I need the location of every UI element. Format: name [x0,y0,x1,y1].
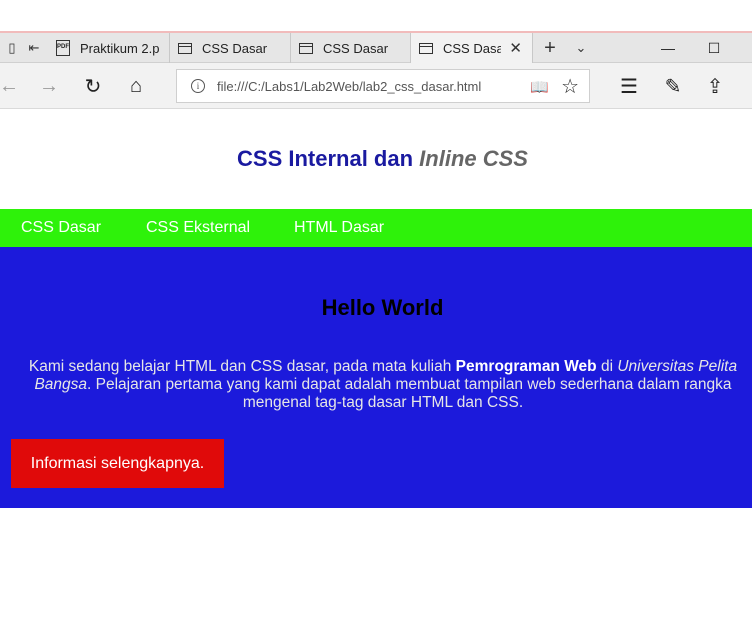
tab-previews-icon[interactable]: ⇤ [22,33,46,63]
info-icon[interactable]: i [191,79,205,93]
nav-link-css-eksternal[interactable]: CSS Eksternal [146,219,250,237]
set-tabs-aside-icon[interactable]: ▯ [0,33,24,63]
nav-link-html-dasar[interactable]: HTML Dasar [294,219,384,237]
tab-css-dasar-1[interactable]: CSS Dasar [170,33,291,63]
forward-icon[interactable]: → [34,71,64,101]
share-icon[interactable]: ⇪ [700,71,730,101]
hero-text-1: Kami sedang belajar HTML dan CSS dasar, … [28,358,456,375]
maximize-icon[interactable]: ☐ [692,33,736,63]
web-note-icon[interactable]: ✎ [658,71,688,101]
page-title-italic: Inline CSS [419,146,528,171]
tab-praktikum[interactable]: PDF Praktikum 2.p [48,33,170,63]
address-url[interactable]: file:///C:/Labs1/Lab2Web/lab2_css_dasar.… [217,79,481,94]
tab-css-dasar-active[interactable]: CSS Dasar ✕ [411,33,533,63]
hero-text-3: . Pelajaran pertama yang kami dapat adal… [87,376,732,411]
tab-bar: ▯ ⇤ PDF Praktikum 2.p CSS Dasar CSS Dasa… [0,33,752,63]
more-info-button[interactable]: Informasi selengkapnya. [11,439,224,488]
page-icon [299,42,313,54]
home-icon[interactable]: ⌂ [121,71,151,101]
tab-label: Praktikum 2.p [80,40,160,56]
refresh-icon[interactable]: ↻ [78,71,108,101]
tab-label: CSS Dasar [443,40,501,56]
tab-css-dasar-2[interactable]: CSS Dasar [291,33,411,63]
page-icon [178,42,192,54]
tab-label: CSS Dasar [323,40,389,56]
web-page: CSS Internal dan Inline CSS CSS Dasar CS… [0,109,752,618]
favorites-hub-icon[interactable]: ☰ [614,71,644,101]
nav-link-css-dasar[interactable]: CSS Dasar [21,219,101,237]
hero-paragraph: Kami sedang belajar HTML dan CSS dasar, … [14,358,752,412]
hero-text-2: di [596,358,618,375]
nav-bar: CSS Dasar CSS Eksternal HTML Dasar [0,209,752,247]
tab-label: CSS Dasar [202,40,268,56]
page-title: CSS Internal dan Inline CSS [0,146,752,172]
window-top-strip [0,0,752,33]
page-icon [419,42,433,54]
favorite-star-icon[interactable]: ☆ [561,74,579,99]
hero-heading: Hello World [321,295,444,320]
hero-text-bold: Pemrograman Web [455,358,597,375]
close-tab-icon[interactable]: ✕ [509,39,522,57]
page-title-main: CSS Internal dan [237,146,420,171]
minimize-icon[interactable]: — [646,33,690,63]
chevron-down-icon[interactable]: ⌄ [568,33,594,63]
pdf-icon: PDF [56,40,70,56]
address-bar[interactable]: i file:///C:/Labs1/Lab2Web/lab2_css_dasa… [176,69,590,103]
back-icon[interactable]: ← [0,71,24,101]
browser-toolbar: ← → ↻ ⌂ i file:///C:/Labs1/Lab2Web/lab2_… [0,63,752,109]
new-tab-icon[interactable]: + [537,33,563,63]
reading-view-icon[interactable]: 📖 [530,78,549,96]
hero-section: Hello World Kami sedang belajar HTML dan… [0,247,752,508]
